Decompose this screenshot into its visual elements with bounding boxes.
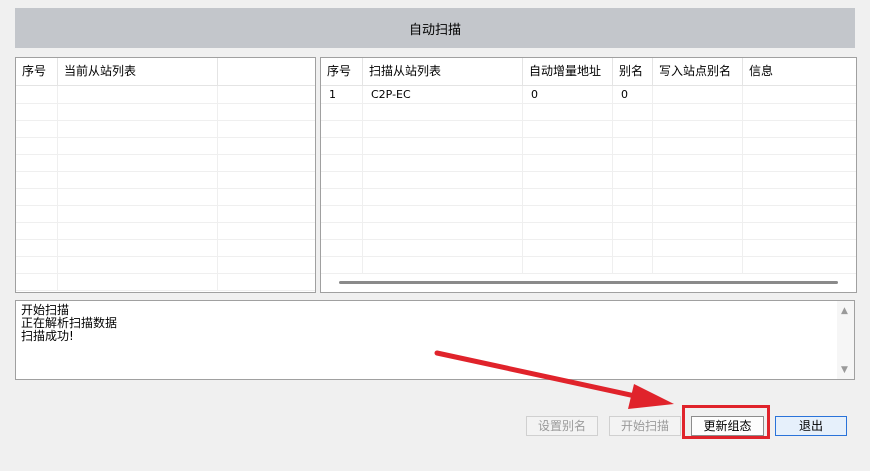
annotation-arrow-icon xyxy=(434,350,674,409)
